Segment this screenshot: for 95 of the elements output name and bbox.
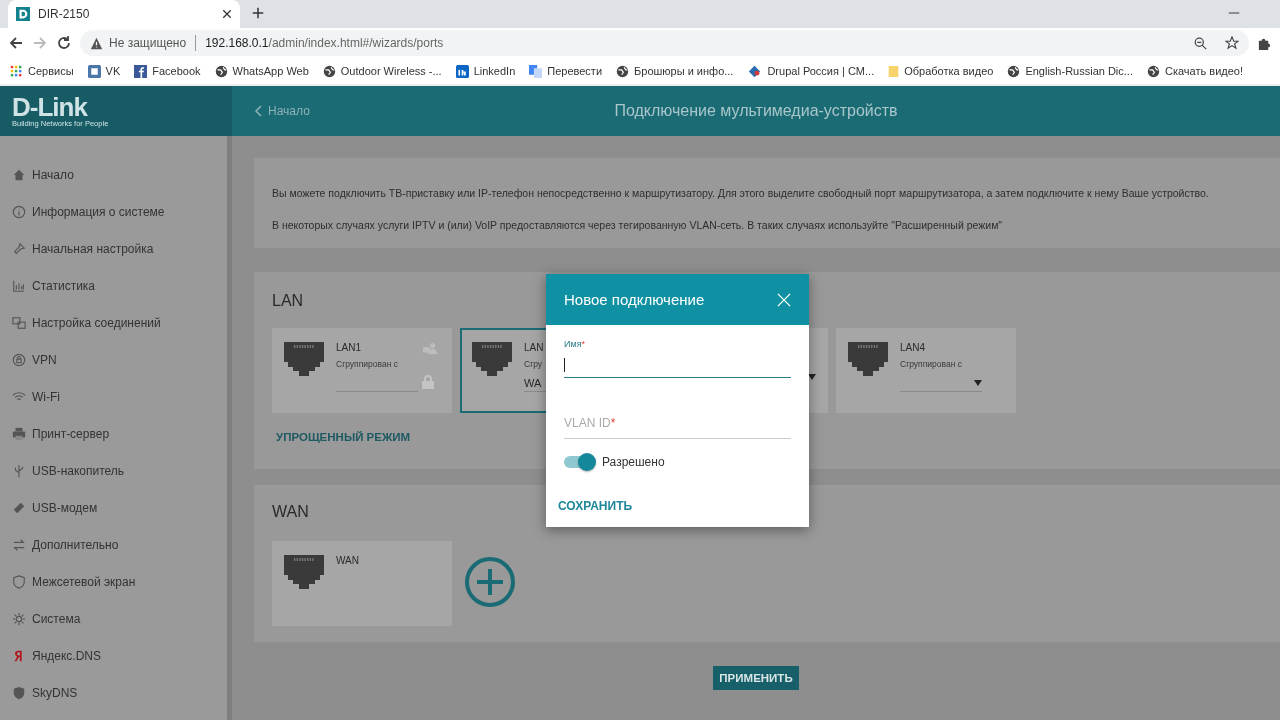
port-subtitle: Сгруппирован с xyxy=(900,359,962,369)
back-icon[interactable] xyxy=(8,35,24,51)
close-icon[interactable] xyxy=(222,9,232,19)
sidebar-item[interactable]: Статистика xyxy=(0,267,227,304)
warning-icon xyxy=(90,36,103,50)
sidebar-item[interactable]: Начальная настройка xyxy=(0,230,227,267)
port-subtitle: Сгру xyxy=(524,359,543,369)
input-field[interactable]: VLAN ID* xyxy=(564,416,791,439)
home-icon xyxy=(12,167,26,182)
bookmark[interactable]: Outdoor Wireless -... xyxy=(322,64,442,78)
ethernet-port-icon xyxy=(284,342,324,376)
toggle-label: Разрешено xyxy=(602,455,665,469)
arrows-icon xyxy=(12,537,26,552)
logo: D-Link xyxy=(12,94,88,119)
globe-icon[interactable] xyxy=(322,64,336,78)
dialog-title: Новое подключение xyxy=(564,291,705,308)
port-tile[interactable]: WAN xyxy=(272,541,452,626)
usb-icon xyxy=(12,463,26,478)
sidebar-item[interactable]: USB-накопитель xyxy=(0,452,227,489)
usb-stick-icon xyxy=(12,500,26,515)
port-name: LAN4 xyxy=(900,342,925,353)
shield-icon xyxy=(12,685,26,700)
zoom-out-icon[interactable] xyxy=(1194,36,1207,50)
port-name: WAN xyxy=(336,555,359,566)
input-field[interactable]: Имя* xyxy=(564,339,791,378)
chevron-left-icon xyxy=(254,105,262,117)
globe-icon[interactable] xyxy=(1147,64,1160,78)
bookmark[interactable]: Сервисы xyxy=(10,64,74,78)
shield-icon xyxy=(12,574,26,589)
bookmark[interactable]: Обработка видео xyxy=(888,64,994,78)
sidebar-item[interactable]: SkyDNS xyxy=(0,674,227,711)
monitors-icon xyxy=(12,315,26,330)
globe-icon[interactable] xyxy=(214,64,228,78)
port-name: LAN xyxy=(524,342,544,353)
page-title: Подключение мультимедиа-устройств xyxy=(614,102,898,120)
browser-tab[interactable]: DIR-2150 xyxy=(8,0,240,28)
bookmark[interactable]: Скачать видео! xyxy=(1147,64,1243,78)
printer-icon xyxy=(12,426,26,441)
drop-icon[interactable] xyxy=(747,64,763,78)
bookmark[interactable]: Drupal Россия | CM... xyxy=(747,64,875,78)
port-tile[interactable]: LAN1 Сгруппирован с xyxy=(272,328,452,413)
bookmark[interactable]: WhatsApp Web xyxy=(214,64,309,78)
square-icon[interactable] xyxy=(134,64,148,78)
tab-title: DIR-2150 xyxy=(38,7,91,21)
save-button[interactable]: СОХРАНИТЬ xyxy=(558,499,633,513)
port-subtitle: Сгруппирован с xyxy=(336,359,398,369)
translate-icon[interactable] xyxy=(529,64,543,78)
bookmark[interactable]: English-Russian Dic... xyxy=(1007,64,1133,78)
dropdown-caret-icon[interactable] xyxy=(808,374,816,380)
bookmark[interactable]: Facebook xyxy=(134,64,201,78)
sidebar-item[interactable]: Wi-Fi xyxy=(0,378,227,415)
intro-paragraph: В некоторых случаях услуги IPTV и (или) VoIP предоставляются через тегированную VLAN-сеть. В таких случаях используйте "Расширенный режим" xyxy=(272,218,1004,232)
apps-grid-icon[interactable] xyxy=(10,64,23,78)
settings-icon xyxy=(12,611,26,626)
bookmark[interactable]: VK xyxy=(87,64,121,78)
star-icon[interactable] xyxy=(1225,36,1239,50)
sidebar-item[interactable]: Яндекс.DNS xyxy=(0,637,227,674)
bookmark[interactable]: Перевести xyxy=(529,64,603,78)
sidebar-item[interactable]: Информация о системе xyxy=(0,193,227,230)
section-title: LAN xyxy=(272,292,304,310)
lock-icon xyxy=(422,375,434,389)
intro-paragraph: Вы можете подключить ТВ-приставку или IP-телефон непосредственно к маршрутизатору. Для этого выделите свободный порт маршрутизатора, а затем подключите к нему Ваше устройство. xyxy=(272,186,1210,200)
bookmark[interactable]: LinkedIn xyxy=(455,64,516,78)
sidebar-item[interactable]: USB-модем xyxy=(0,489,227,526)
square-icon[interactable] xyxy=(455,64,469,78)
sidebar-item[interactable]: VPN xyxy=(0,341,227,378)
lock-circle-icon xyxy=(12,352,26,367)
sidebar-item[interactable]: Межсетевой экран xyxy=(0,563,227,600)
section-title: WAN xyxy=(272,503,309,521)
ethernet-port-icon xyxy=(848,342,888,376)
ethernet-port-icon xyxy=(472,342,512,376)
address-bar[interactable]: Не защищено 192.168.0.1/admin/index.html#/wizards/ports xyxy=(80,30,1249,56)
apply-button[interactable]: ПРИМЕНИТЬ xyxy=(713,666,799,690)
port-name: LAN1 xyxy=(336,342,361,353)
ethernet-port-icon xyxy=(284,555,324,589)
favicon-icon[interactable] xyxy=(16,7,30,21)
new-tab-icon[interactable] xyxy=(252,7,264,19)
sidebar-item[interactable]: Начало xyxy=(0,156,227,193)
bar-chart-icon xyxy=(12,278,26,293)
sidebar-item[interactable]: Дополнительно xyxy=(0,526,227,563)
port-tile[interactable]: LAN4 Сгруппирован с xyxy=(836,328,1016,413)
dropdown-caret-icon[interactable] xyxy=(974,380,982,386)
sidebar-item[interactable]: Настройка соединений xyxy=(0,304,227,341)
bookmark[interactable]: Брошюры и инфо... xyxy=(616,64,734,78)
back-link[interactable]: Начало xyxy=(254,104,310,118)
globe-icon[interactable] xyxy=(616,64,630,78)
sidebar-item[interactable]: Система xyxy=(0,600,227,637)
security-warning: Не защищено xyxy=(109,36,187,50)
toggle-switch[interactable] xyxy=(564,456,594,468)
reload-icon[interactable] xyxy=(56,35,72,51)
url-text: 192.168.0.1/admin/index.html#/wizards/ports xyxy=(205,36,444,50)
globe-icon[interactable] xyxy=(1007,64,1021,78)
square-icon[interactable] xyxy=(87,64,101,78)
info-icon xyxy=(12,204,26,219)
sidebar-item[interactable]: Принт-сервер xyxy=(0,415,227,452)
